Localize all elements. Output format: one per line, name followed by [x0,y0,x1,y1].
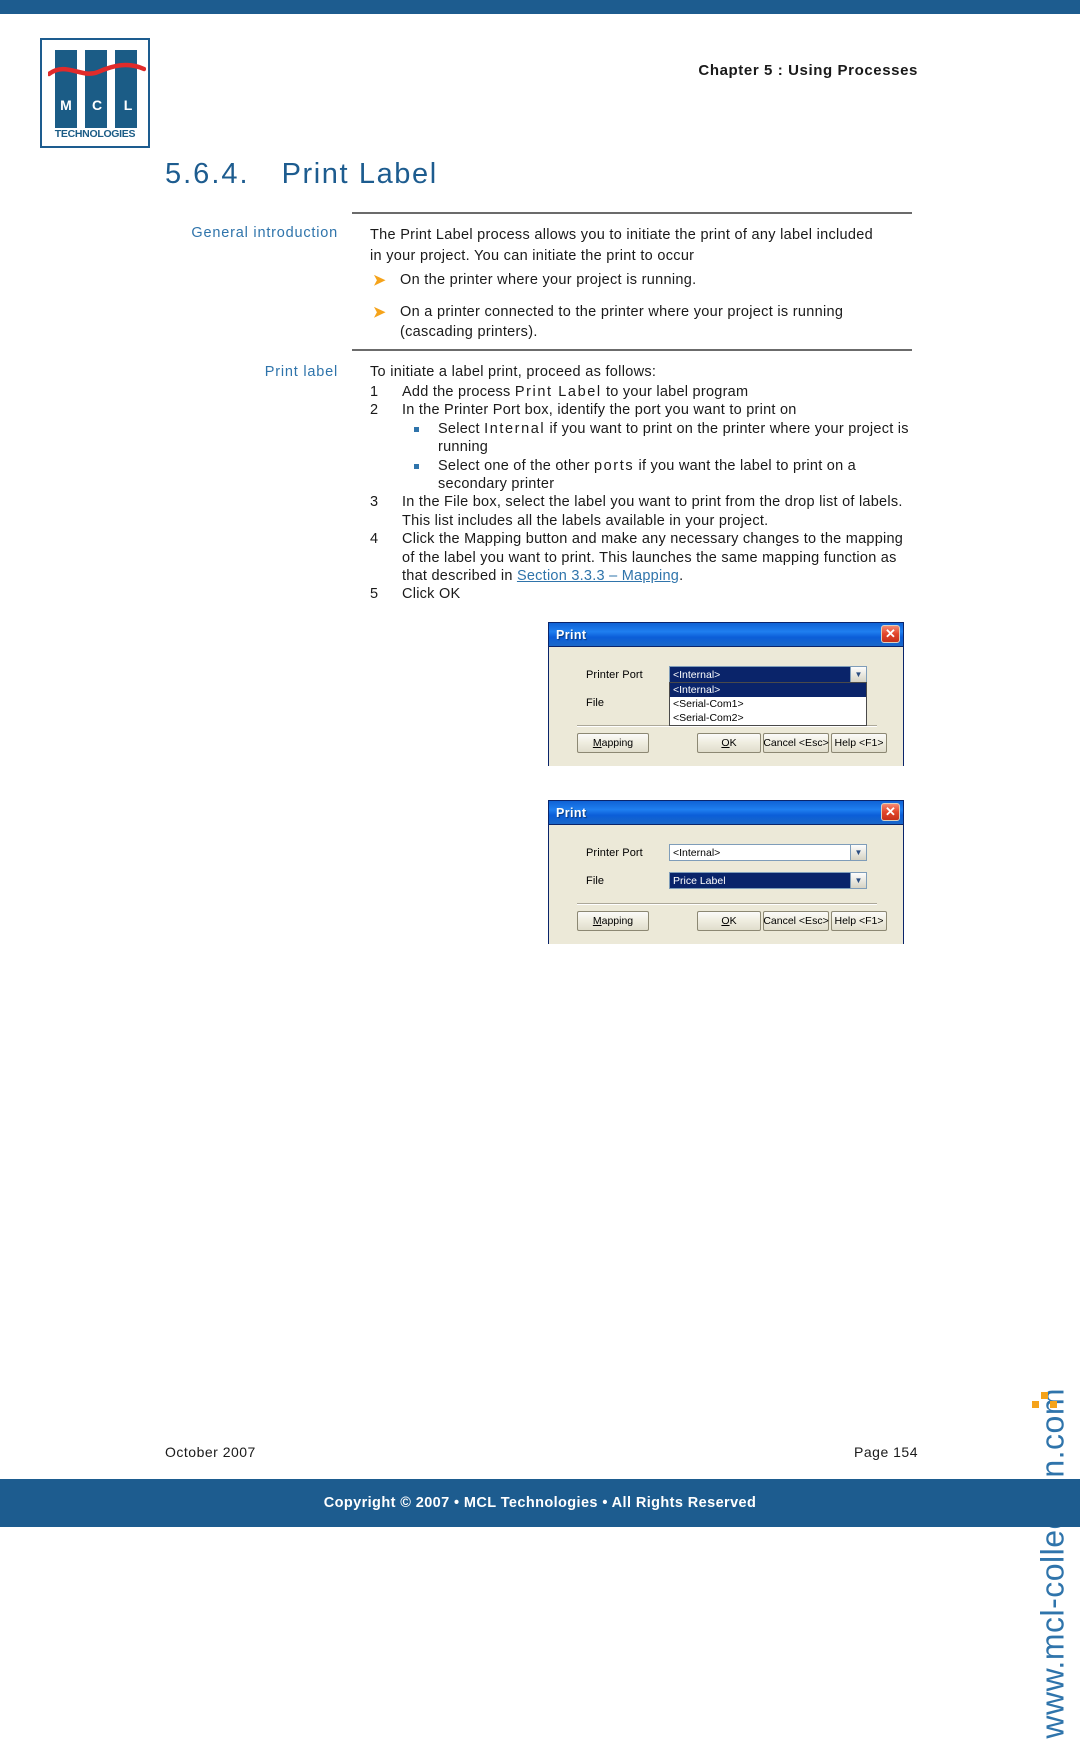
printer-port-dropdown-list[interactable]: <Internal> <Serial-Com1> <Serial-Com2> [669,682,867,726]
step-text: Add the process Print Label to your labe… [402,384,749,400]
printer-port-label: Printer Port [586,847,643,859]
file-label: File [586,875,605,887]
printer-port-value: <Internal> [673,846,721,859]
logo-letter-m: M [60,97,72,113]
file-combobox[interactable]: Price Label ▼ [669,872,867,889]
step-text: Click OK [402,586,461,603]
divider-top [352,212,912,214]
page-title-text: Print Label [281,158,438,190]
mapping-button[interactable]: Mapping [577,911,649,931]
steps-intro: To initiate a label print, proceed as fo… [370,364,657,380]
file-value: Price Label [670,874,850,887]
sub-bullet-2: Select one of the other ports if you wan… [402,457,915,494]
list-item: ➤ On a printer connected to the printer … [370,302,915,343]
step-emphasis: Print Label [514,384,602,400]
step-1: 1 Add the process Print Label to your la… [370,383,915,401]
watermark-url: www.mcl-collection.com [1035,1388,1071,1739]
general-introduction-bullets: ➤ On the printer where your project is r… [370,270,915,354]
step-text: In the File box, select the label you wa… [402,494,903,529]
section-label-general-introduction: General introduction [191,225,338,241]
list-item-text: On the printer where your project is run… [400,272,697,288]
logo-letter-l: L [123,97,133,113]
dialog-separator [577,903,877,905]
ok-button[interactable]: OK [697,733,761,753]
page-title: 5.6.4. Print Label [165,158,438,191]
dialog-title: Print [556,805,587,820]
square-bullet-icon [414,463,419,469]
dialog-title: Print [556,627,587,642]
step-number: 1 [370,384,379,400]
steps-list: 1 Add the process Print Label to your la… [370,383,915,604]
dialog-button-row: Mapping OK Cancel <E sc> Help <F1> [577,911,887,933]
section-label-print-label: Print label [264,364,338,380]
help-button[interactable]: Help <F1> [831,911,887,931]
mapping-section-link[interactable]: Section 3.3.3 – Mapping [517,568,679,584]
printer-port-combobox[interactable]: <Internal> ▼ [669,666,867,683]
list-item-text: On a printer connected to the printer wh… [400,303,844,341]
cancel-button[interactable]: Cancel <E sc> [763,911,829,931]
ok-button[interactable]: OK [697,911,761,931]
sub-bullet-emphasis: ports [593,457,635,474]
sub-bullet-text: Select Internal if you want to print on … [438,420,909,456]
site-watermark: www.mcl-collection.com [1014,1010,1074,1739]
footer-copyright-bar: Copyright © 2007 • MCL Technologies • Al… [0,1479,1080,1527]
close-icon[interactable]: ✕ [881,625,900,643]
step-2: 2 In the Printer Port box, identify the … [370,401,915,419]
footer-copyright-text: Copyright © 2007 • MCL Technologies • Al… [323,1495,757,1511]
dropdown-option-serial-com1[interactable]: <Serial-Com1> [670,697,866,711]
logo-swoosh-icon [48,62,146,77]
square-bullet-icon [414,426,419,432]
printer-port-label: Printer Port [586,669,643,681]
print-dialog-file-selected[interactable]: Print ✕ Printer Port File <Internal> ▼ P… [548,800,904,944]
dialog-titlebar[interactable]: Print ✕ [549,801,903,825]
step-number: 2 [370,402,379,419]
sub-bullet-emphasis: Internal [484,420,546,437]
step-number: 3 [370,494,379,511]
step-5: 5 Click OK [370,585,915,603]
top-decorative-bar [0,0,1080,14]
dialog-body: Printer Port File <Internal> ▼ Price Lab… [549,825,903,944]
dropdown-option-internal[interactable]: <Internal> [670,683,866,697]
close-icon[interactable]: ✕ [881,803,900,821]
list-item: ➤ On the printer where your project is r… [370,270,915,291]
step-4: 4 Click the Mapping button and make any … [370,530,915,585]
step-number: 4 [370,531,379,548]
divider-middle [352,349,912,351]
mcl-collection-blocks-icon [1032,1392,1057,1408]
print-dialog-open-dropdown[interactable]: Print ✕ Printer Port File <Internal> ▼ ▼… [548,622,904,766]
mcl-logo: M C L TECHNOLOGIES [40,38,150,148]
chevron-down-icon[interactable]: ▼ [850,667,866,682]
arrow-bullet-icon: ➤ [373,272,386,289]
general-introduction-paragraph: The Print Label process allows you to in… [370,227,873,264]
logo-letters: M C L [55,97,139,113]
help-button[interactable]: Help <F1> [831,733,887,753]
footer-page-number: Page 154 [854,1444,918,1460]
dialog-body: Printer Port File <Internal> ▼ ▼ <Intern… [549,647,903,766]
sub-bullet-text: Select one of the other ports if you wan… [438,457,856,493]
arrow-bullet-icon: ➤ [373,303,386,321]
dialog-button-row: Mapping OK Cancel <E sc> Help <F1> [577,733,887,755]
dropdown-option-serial-com2[interactable]: <Serial-Com2> [670,711,866,725]
logo-letter-c: C [91,97,103,113]
step-number: 5 [370,586,379,603]
printer-port-combobox[interactable]: <Internal> ▼ [669,844,867,861]
chevron-down-icon[interactable]: ▼ [850,873,866,888]
mapping-button[interactable]: Mapping [577,733,649,753]
page-title-number: 5.6.4. [165,158,250,190]
file-label: File [586,697,605,709]
printer-port-value: <Internal> [670,668,850,681]
chapter-header: Chapter 5 : Using Processes [698,62,918,79]
logo-wordmark: TECHNOLOGIES [54,128,136,140]
step-text: In the Printer Port box, identify the po… [402,402,797,419]
step-3: 3 In the File box, select the label you … [370,493,915,530]
step-text: Click the Mapping button and make any ne… [402,531,904,585]
sub-bullet-1: Select Internal if you want to print on … [402,420,915,457]
dialog-titlebar[interactable]: Print ✕ [549,623,903,647]
cancel-button[interactable]: Cancel <E sc> [763,733,829,753]
chevron-down-icon[interactable]: ▼ [850,845,866,860]
footer-date: October 2007 [165,1444,256,1460]
